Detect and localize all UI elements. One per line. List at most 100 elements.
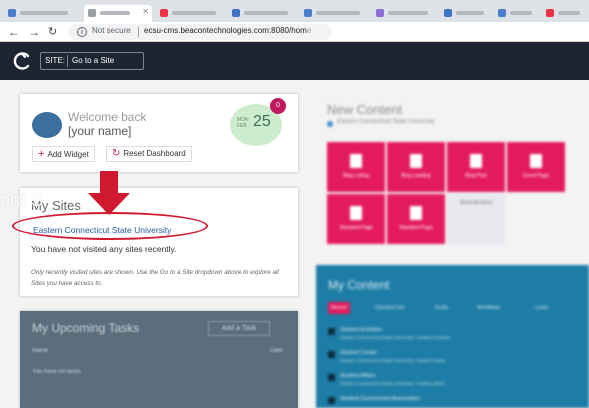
- tab-workflows[interactable]: Workflows: [474, 302, 503, 314]
- app-header: SITE: Go to a Site: [0, 42, 589, 80]
- site-label: SITE:: [45, 56, 66, 65]
- upcoming-tasks-card: My Upcoming Tasks Add a Task Name Date Y…: [20, 311, 298, 408]
- list-item[interactable]: Student Activities Eastern Connecticut S…: [328, 327, 578, 345]
- new-content-tile[interactable]: Blog Listing: [327, 142, 385, 192]
- site-dot-icon: [327, 121, 333, 127]
- url-text[interactable]: ecsu-cms.beacontechnologies.com:8080/hom…: [144, 26, 311, 35]
- tile-label: Blog Post: [465, 173, 487, 179]
- item-name[interactable]: Student Government Association: [340, 396, 420, 402]
- annotation-ellipse: [12, 212, 208, 240]
- show-all-items-tile[interactable]: Show All Items: [447, 194, 505, 244]
- no-recent-sites-text: You have not visited any sites recently.: [31, 244, 177, 254]
- site-selector-placeholder[interactable]: Go to a Site: [72, 56, 114, 65]
- browser-tab[interactable]: [372, 5, 436, 22]
- tab-close-icon[interactable]: ✕: [142, 7, 149, 16]
- item-path: Eastern Connecticut State University / s…: [340, 358, 446, 363]
- tab-favicon-icon: [498, 9, 506, 17]
- browser-tab-active[interactable]: ✕: [84, 5, 152, 22]
- item-name[interactable]: Student Activities: [340, 327, 382, 333]
- tile-label: Show All Items: [459, 200, 493, 206]
- new-content-tile[interactable]: Blog Landing: [387, 142, 445, 192]
- item-name[interactable]: Student Affairs: [340, 373, 376, 379]
- new-content-tile[interactable]: Event Page: [507, 142, 565, 192]
- list-item[interactable]: Student Affairs Eastern Connecticut Stat…: [328, 373, 578, 391]
- annotation-arrow-icon: [88, 171, 130, 215]
- dashboard: Welcome back [your name] MON FEB 25 0 + Ad…: [0, 80, 589, 408]
- tab-recent[interactable]: Recent: [328, 302, 350, 314]
- address-separator: [138, 27, 139, 37]
- browser-tab[interactable]: [300, 5, 368, 22]
- forward-arrow-icon[interactable]: →: [28, 24, 40, 40]
- reload-icon[interactable]: ↻: [48, 24, 57, 40]
- browser-tab[interactable]: [494, 5, 538, 22]
- item-path: Eastern Connecticut State University / s…: [340, 335, 451, 340]
- list-item[interactable]: Student Center Eastern Connecticut State…: [328, 350, 578, 368]
- new-content-tile[interactable]: Standard Page: [387, 194, 445, 244]
- tab-title-blurred: [388, 11, 428, 15]
- tab-locks[interactable]: Locks: [532, 302, 551, 314]
- tab-title-blurred: [456, 11, 484, 15]
- tasks-column-name: Name: [32, 348, 49, 354]
- plus-icon: +: [38, 148, 45, 160]
- page-icon: [328, 328, 335, 335]
- back-arrow-icon[interactable]: ←: [8, 24, 20, 40]
- tab-title-blurred: [100, 11, 130, 15]
- add-widget-button[interactable]: + Add Widget: [32, 146, 95, 162]
- new-content-subtitle: Eastern Connecticut State University: [337, 119, 435, 125]
- avatar[interactable]: [32, 112, 62, 138]
- browser-tab[interactable]: [542, 5, 586, 22]
- ghost-overlay-text-right: Password: [136, 190, 216, 210]
- tab-checked-out[interactable]: Checked Out: [372, 302, 407, 314]
- browser-tab-strip: ✕: [0, 0, 589, 22]
- tile-label: Standard Page: [399, 225, 433, 231]
- page-icon: [410, 206, 422, 220]
- new-content-title: New Content: [327, 102, 403, 117]
- tab-favicon-icon: [546, 9, 554, 17]
- tab-favicon-icon: [232, 9, 240, 17]
- my-content-tabs: Recent Checked Out Drafts Workflows Lock…: [328, 302, 583, 314]
- tasks-column-date: Date: [270, 348, 283, 354]
- address-bar[interactable]: i Not secure ecsu-cms.beacontechnologies…: [68, 24, 332, 40]
- add-task-button[interactable]: Add a Task: [208, 321, 270, 336]
- site-selector[interactable]: SITE: Go to a Site: [40, 52, 144, 70]
- notification-badge[interactable]: 0: [270, 98, 286, 114]
- my-content-panel: My Content Recent Checked Out Drafts Wor…: [316, 265, 589, 408]
- date-day: 25: [253, 113, 271, 130]
- welcome-card: Welcome back [your name] MON FEB 25 0 + Ad…: [20, 94, 298, 172]
- tab-title-blurred: [316, 11, 360, 15]
- browser-tab[interactable]: [228, 5, 296, 22]
- browser-toolbar: ← → ↻ i Not secure ecsu-cms.beacontechno…: [0, 22, 589, 42]
- page-icon: [350, 154, 362, 168]
- app-logo-icon[interactable]: [12, 51, 32, 71]
- welcome-greeting: Welcome back: [68, 110, 147, 124]
- reset-dashboard-button[interactable]: ↻ Reset Dashboard: [106, 146, 192, 162]
- tab-favicon-icon: [8, 9, 16, 17]
- upcoming-tasks-title: My Upcoming Tasks: [32, 321, 140, 335]
- tile-label: Blog Listing: [343, 173, 369, 179]
- tab-favicon-icon: [88, 9, 96, 17]
- tile-label: Event Page: [523, 173, 549, 179]
- tab-title-blurred: [20, 11, 68, 15]
- reset-icon: ↻: [112, 148, 121, 159]
- page-icon: [350, 206, 362, 220]
- new-content-tile[interactable]: Standard Page: [327, 194, 385, 244]
- tile-label: Standard Page: [339, 225, 373, 231]
- security-status[interactable]: Not secure: [92, 26, 131, 35]
- my-content-title: My Content: [328, 278, 390, 292]
- page-icon: [328, 397, 335, 404]
- new-content-tile[interactable]: Blog Post: [447, 142, 505, 192]
- browser-tab[interactable]: [156, 5, 224, 22]
- browser-tab[interactable]: [4, 5, 78, 22]
- site-divider: [67, 55, 68, 67]
- browser-tab[interactable]: [440, 5, 490, 22]
- my-sites-note: Only recently visited sites are shown. U…: [31, 269, 279, 287]
- page-icon: [328, 374, 335, 381]
- list-item[interactable]: Student Government Association: [328, 396, 578, 408]
- item-path: Eastern Connecticut State University / s…: [340, 381, 446, 386]
- item-name[interactable]: Student Center: [340, 350, 377, 356]
- tile-label: Blog Landing: [401, 173, 431, 179]
- tab-favicon-icon: [444, 9, 452, 17]
- page-icon: [530, 154, 542, 168]
- tab-drafts[interactable]: Drafts: [432, 302, 451, 314]
- info-icon[interactable]: i: [77, 27, 87, 37]
